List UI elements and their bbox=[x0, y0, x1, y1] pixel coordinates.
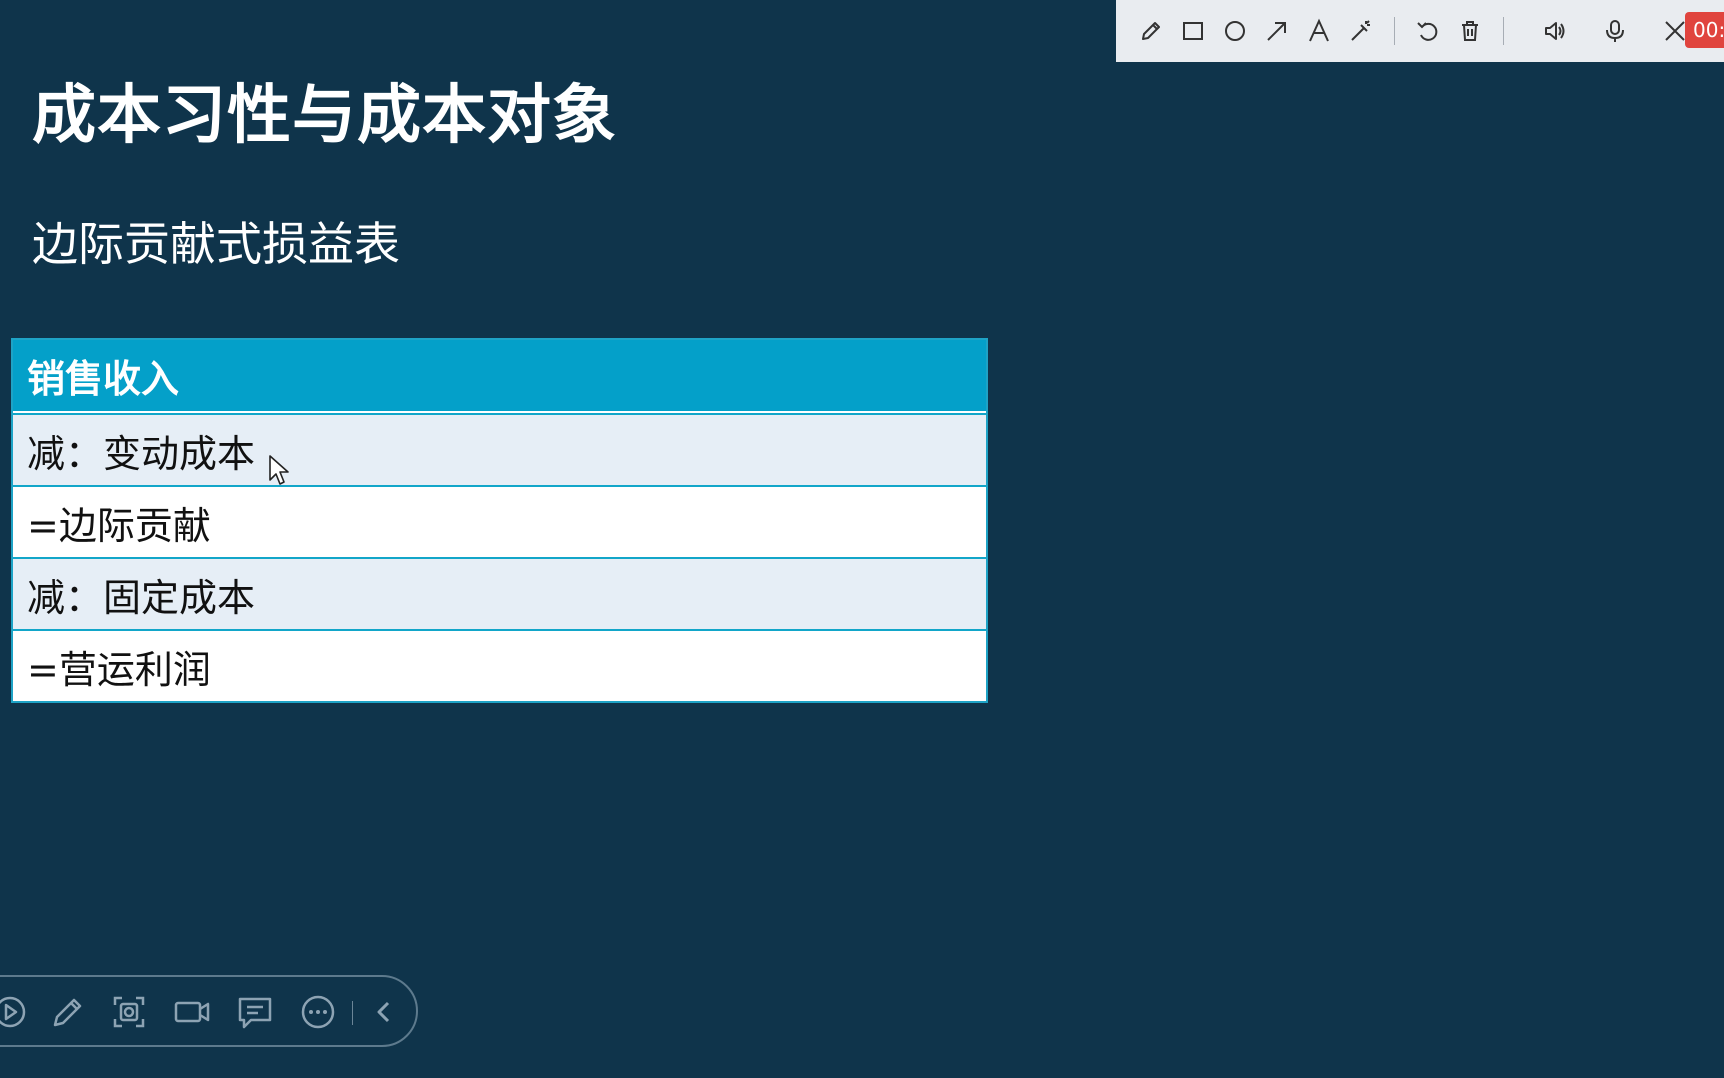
toolbar-divider bbox=[1503, 17, 1504, 45]
arrow-icon[interactable] bbox=[1256, 10, 1298, 52]
rectangle-icon[interactable] bbox=[1172, 10, 1214, 52]
camera-icon[interactable] bbox=[172, 992, 212, 1032]
text-icon[interactable] bbox=[1298, 10, 1340, 52]
table-header: 销售收入 bbox=[13, 340, 986, 413]
slide-title: 成本习性与成本对象 bbox=[32, 79, 617, 153]
table-row: 减：固定成本 bbox=[13, 557, 986, 629]
toolbar-divider bbox=[1394, 17, 1395, 45]
presentation-control-bar bbox=[0, 975, 418, 1047]
table-row: 减：变动成本 bbox=[13, 413, 986, 485]
more-icon[interactable] bbox=[298, 992, 338, 1032]
mouse-cursor-icon bbox=[269, 455, 289, 485]
comment-icon[interactable] bbox=[235, 992, 275, 1032]
control-bar-divider bbox=[352, 1001, 353, 1025]
table-row: =营运利润 bbox=[13, 629, 986, 701]
magic-wand-icon[interactable] bbox=[1340, 10, 1382, 52]
pencil-icon[interactable] bbox=[1130, 10, 1172, 52]
collapse-icon[interactable] bbox=[364, 992, 404, 1032]
trash-icon[interactable] bbox=[1449, 10, 1491, 52]
slide-stage: 成本习性与成本对象 边际贡献式损益表 销售收入 减：变动成本 =边际贡献 减：固… bbox=[0, 0, 1724, 1078]
recording-timer: 00:0 bbox=[1685, 12, 1724, 48]
pen-icon[interactable] bbox=[48, 992, 88, 1032]
annotation-toolbar bbox=[1116, 0, 1724, 62]
undo-icon[interactable] bbox=[1407, 10, 1449, 52]
microphone-icon[interactable] bbox=[1594, 10, 1636, 52]
screenshot-icon[interactable] bbox=[109, 992, 149, 1032]
circle-icon[interactable] bbox=[1214, 10, 1256, 52]
slide-subtitle: 边际贡献式损益表 bbox=[32, 217, 400, 271]
speaker-icon[interactable] bbox=[1534, 10, 1576, 52]
play-icon[interactable] bbox=[0, 992, 30, 1032]
table-row: =边际贡献 bbox=[13, 485, 986, 557]
income-statement-table: 销售收入 减：变动成本 =边际贡献 减：固定成本 =营运利润 bbox=[11, 338, 988, 703]
